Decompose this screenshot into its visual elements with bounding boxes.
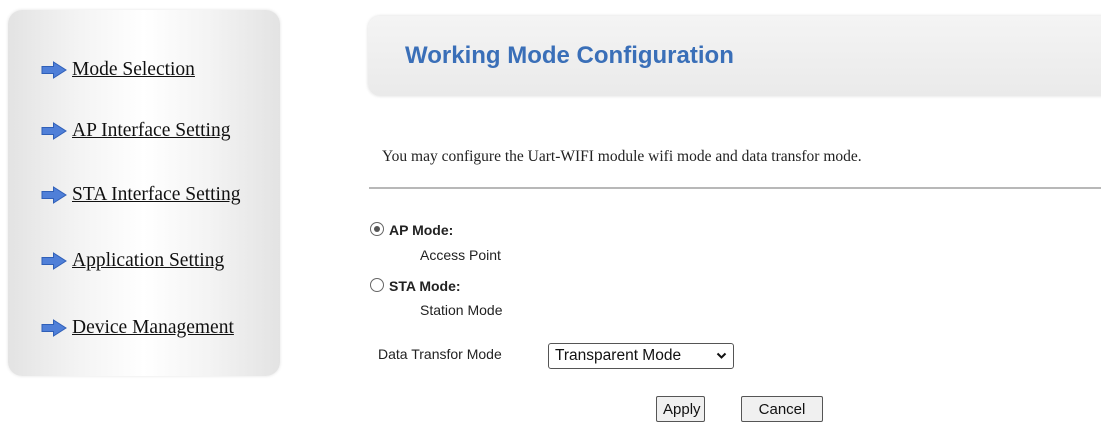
sidebar-item-sta-interface-setting[interactable]: STA Interface Setting (41, 184, 240, 206)
chevron-down-icon (716, 352, 727, 359)
apply-button[interactable]: Apply (656, 396, 705, 422)
sidebar-item-ap-interface-setting[interactable]: AP Interface Setting (41, 120, 230, 142)
ap-mode-radio[interactable] (370, 222, 384, 236)
sta-mode-radio[interactable] (370, 278, 384, 292)
sidebar-item-label: Device Management (72, 317, 234, 338)
arrow-right-icon (41, 319, 67, 337)
arrow-right-icon (41, 61, 67, 79)
sidebar-item-label: Application Setting (72, 250, 225, 271)
sta-mode-label: STA Mode: (389, 278, 461, 294)
ap-mode-label: AP Mode: (389, 222, 454, 238)
page-title: Working Mode Configuration (405, 42, 734, 69)
data-transfor-mode-label: Data Transfor Mode (378, 346, 502, 362)
sidebar-nav: Mode Selection AP Interface Setting STA … (8, 10, 280, 376)
sidebar-item-label: AP Interface Setting (72, 120, 231, 141)
page-header: Working Mode Configuration (368, 16, 1101, 96)
divider (369, 187, 1101, 189)
data-transfor-mode-value: Transparent Mode (555, 347, 682, 364)
arrow-right-icon (41, 252, 67, 270)
sidebar-item-label: STA Interface Setting (72, 184, 241, 205)
sidebar-item-label: Mode Selection (72, 59, 195, 80)
sidebar-item-device-management[interactable]: Device Management (41, 317, 234, 339)
page-description: You may configure the Uart-WIFI module w… (382, 148, 862, 165)
cancel-button[interactable]: Cancel (741, 396, 823, 422)
sidebar-item-mode-selection[interactable]: Mode Selection (41, 59, 195, 81)
arrow-right-icon (41, 186, 67, 204)
arrow-right-icon (41, 122, 67, 140)
sta-mode-subtitle: Station Mode (420, 302, 503, 318)
ap-mode-subtitle: Access Point (420, 247, 501, 263)
data-transfor-mode-select[interactable]: Transparent Mode (548, 343, 734, 369)
sidebar-item-application-setting[interactable]: Application Setting (41, 250, 224, 272)
